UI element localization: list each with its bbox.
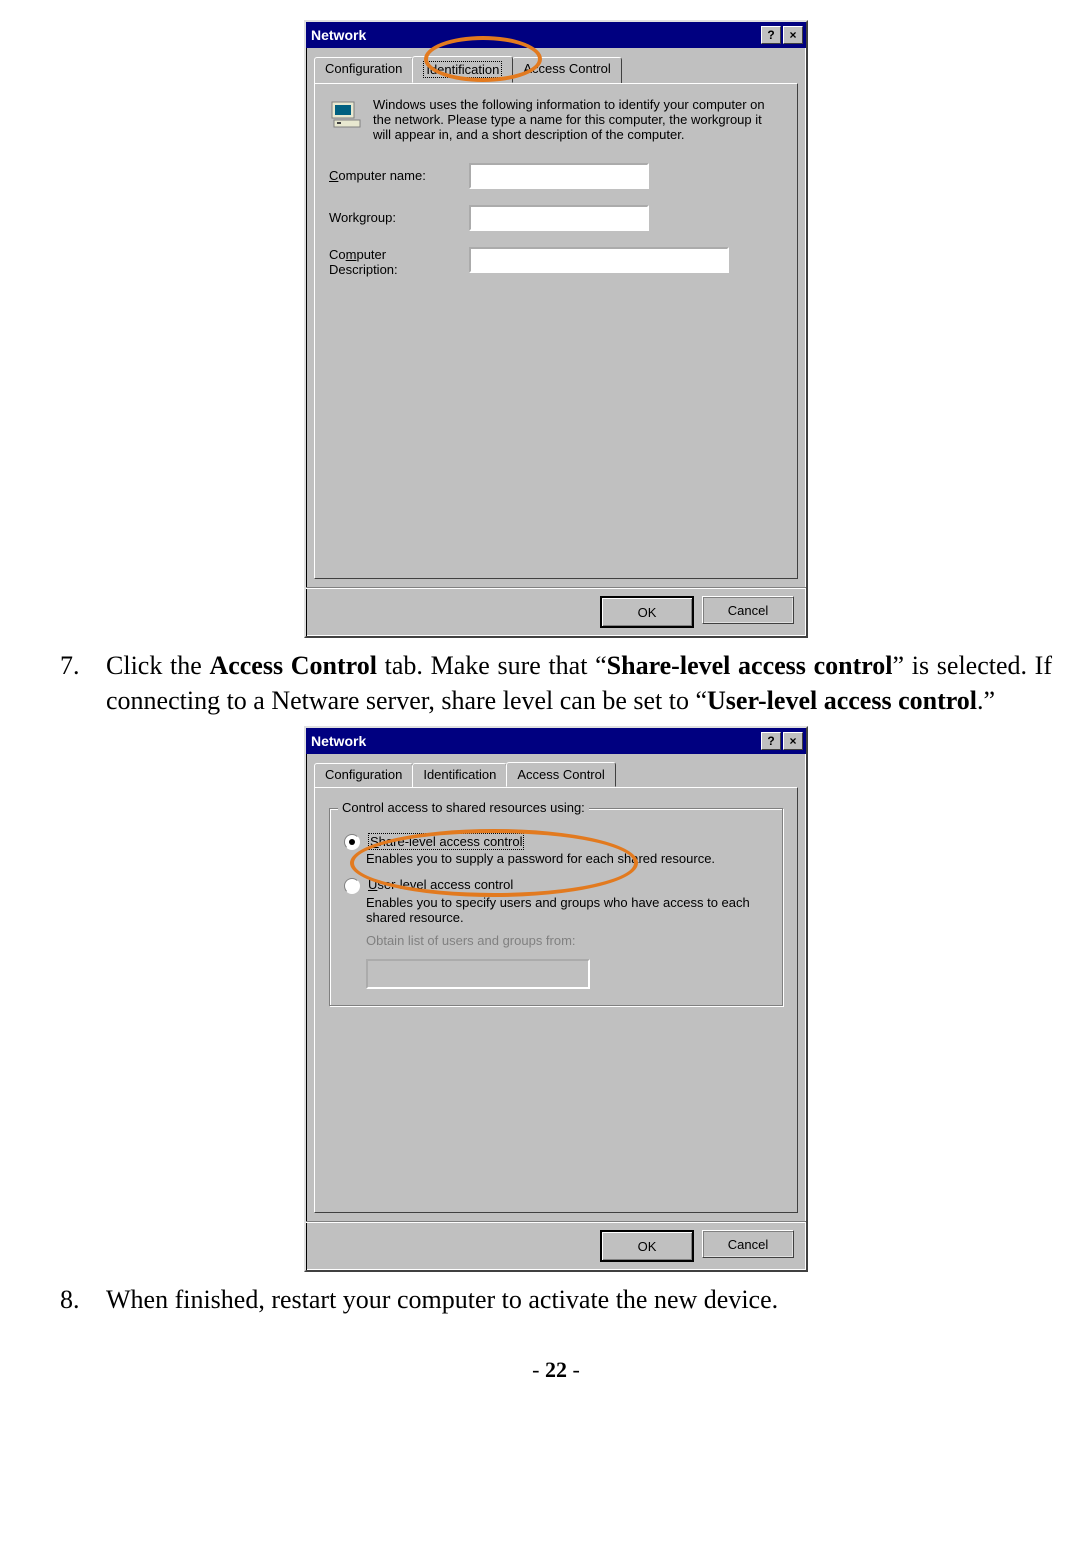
- access-control-group: Control access to shared resources using…: [329, 808, 783, 1006]
- tab-strip: Configuration Identification Access Cont…: [306, 754, 806, 787]
- share-level-label: Share-level access control: [368, 833, 524, 850]
- step-7: 7. Click the Access Control tab. Make su…: [60, 648, 1052, 718]
- identification-description: Windows uses the following information t…: [373, 98, 783, 143]
- computer-name-label: Computer name:: [329, 168, 469, 183]
- dialog-button-bar: OK Cancel: [306, 1221, 806, 1270]
- share-level-description: Enables you to supply a password for eac…: [366, 852, 770, 867]
- user-level-radio[interactable]: User-level access control: [344, 877, 770, 894]
- user-level-label: User-level access control: [368, 877, 513, 892]
- tab-panel: Control access to shared resources using…: [314, 787, 798, 1213]
- computer-icon: [329, 98, 363, 132]
- tab-strip: Configuration Identification Access Cont…: [306, 48, 806, 83]
- radio-icon: [344, 834, 360, 850]
- network-dialog-identification: Network ? × Configuration Identification…: [304, 20, 808, 638]
- ok-button[interactable]: OK: [600, 1230, 694, 1262]
- obtain-list-label: Obtain list of users and groups from:: [366, 934, 770, 949]
- page-footer: - 22 -: [60, 1357, 1052, 1383]
- radio-icon: [344, 878, 360, 894]
- window-title: Network: [309, 733, 759, 749]
- network-dialog-access-control: Network ? × Configuration Identification…: [304, 726, 808, 1272]
- user-level-description: Enables you to specify users and groups …: [366, 896, 770, 926]
- help-button[interactable]: ?: [761, 732, 781, 750]
- title-bar: Network ? ×: [306, 728, 806, 754]
- window-title: Network: [309, 27, 759, 43]
- ok-button[interactable]: OK: [600, 596, 694, 628]
- computer-description-input[interactable]: [469, 247, 729, 273]
- tab-configuration[interactable]: Configuration: [314, 763, 413, 788]
- question-icon: ?: [767, 28, 774, 42]
- close-button[interactable]: ×: [783, 732, 803, 750]
- step-body: Click the Access Control tab. Make sure …: [106, 648, 1052, 718]
- step-8: 8. When finished, restart your computer …: [60, 1282, 1052, 1317]
- share-level-radio[interactable]: Share-level access control: [344, 833, 770, 850]
- cancel-button[interactable]: Cancel: [702, 596, 794, 624]
- close-button[interactable]: ×: [783, 26, 803, 44]
- tab-configuration[interactable]: Configuration: [314, 57, 413, 84]
- tab-identification[interactable]: Identification: [412, 763, 507, 788]
- tab-access-control[interactable]: Access Control: [512, 57, 621, 84]
- close-icon: ×: [789, 28, 796, 42]
- title-bar: Network ? ×: [306, 22, 806, 48]
- computer-description-label: ComputerDescription:: [329, 247, 469, 277]
- workgroup-label: Workgroup:: [329, 210, 469, 225]
- group-legend: Control access to shared resources using…: [338, 800, 589, 815]
- workgroup-input[interactable]: [469, 205, 649, 231]
- help-button[interactable]: ?: [761, 26, 781, 44]
- tab-panel: Windows uses the following information t…: [314, 83, 798, 579]
- question-icon: ?: [767, 734, 774, 748]
- tab-access-control[interactable]: Access Control: [506, 762, 615, 787]
- dialog-button-bar: OK Cancel: [306, 587, 806, 636]
- close-icon: ×: [789, 734, 796, 748]
- computer-name-input[interactable]: [469, 163, 649, 189]
- step-number: 8.: [60, 1282, 106, 1317]
- cancel-button[interactable]: Cancel: [702, 1230, 794, 1258]
- step-body: When finished, restart your computer to …: [106, 1282, 1052, 1317]
- step-number: 7.: [60, 648, 106, 718]
- tab-identification[interactable]: Identification: [412, 56, 513, 83]
- obtain-list-input: [366, 959, 590, 989]
